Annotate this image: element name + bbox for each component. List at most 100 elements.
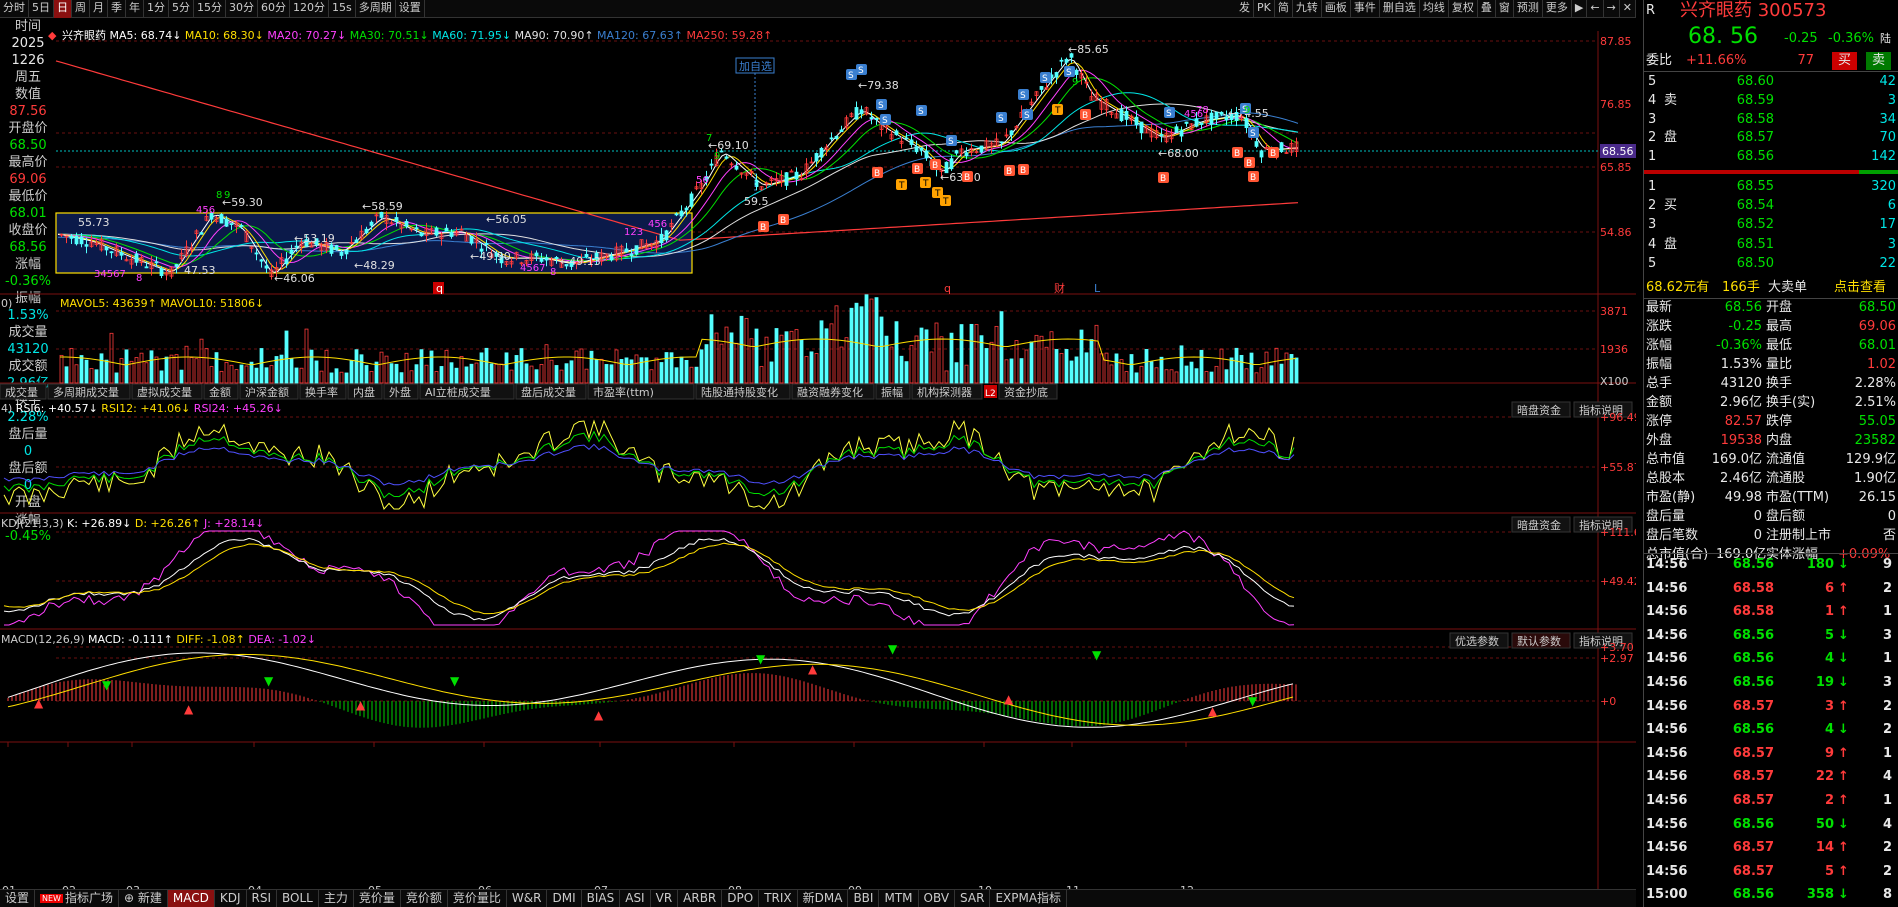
volume-bar — [1229, 357, 1234, 384]
nine-turn-count: 456 — [196, 205, 215, 216]
nine-turn-count: 456 — [648, 219, 667, 230]
indicator-button[interactable]: 暗盘资金 — [1511, 401, 1571, 418]
period-tab[interactable]: 多周期 — [356, 0, 396, 18]
big-order-view-link[interactable]: 点击查看 — [1834, 279, 1886, 297]
indicator-tab[interactable]: NEW 指标广场 — [35, 890, 119, 907]
period-tab[interactable]: 60分 — [258, 0, 290, 18]
nav-icon[interactable]: ✕ — [1620, 0, 1636, 18]
tool-button[interactable]: 预测 — [1514, 0, 1543, 18]
period-tab[interactable]: 周 — [72, 0, 90, 18]
period-tab[interactable]: 5分 — [169, 0, 194, 18]
indicator-tab[interactable]: ⊕ 新建 — [119, 890, 168, 907]
candle-body — [109, 251, 114, 254]
indicator-tab[interactable]: ASI — [620, 890, 651, 907]
stat-value: 否 — [1882, 528, 1896, 543]
buy-signal-icon: B — [758, 221, 769, 233]
tool-button[interactable]: 事件 — [1351, 0, 1380, 18]
period-tab[interactable]: 月 — [90, 0, 108, 18]
indicator-button[interactable]: 默认参数 — [1511, 632, 1571, 649]
indicator-tab[interactable]: BBI — [848, 890, 880, 907]
nav-icon[interactable]: → — [1604, 0, 1620, 18]
indicator-tab[interactable]: TRIX — [759, 890, 798, 907]
tool-button[interactable]: PK — [1254, 0, 1275, 18]
volume-bar — [624, 357, 629, 384]
tool-button[interactable]: 窗 — [1496, 0, 1514, 18]
candle-body — [229, 223, 234, 225]
candle-body — [484, 243, 489, 246]
volume-bar — [329, 372, 334, 384]
tool-button[interactable]: 复权 — [1449, 0, 1478, 18]
tick-time: 14:56 — [1646, 816, 1688, 832]
tool-button[interactable]: 删自选 — [1380, 0, 1420, 18]
kline-chart[interactable]: 87.85 76.85 65.85 54.86 68.56 兴齐眼药 MA5: 68.74… — [0, 18, 1636, 907]
period-tab[interactable]: 30分 — [226, 0, 258, 18]
period-tab[interactable]: 分时 — [0, 0, 29, 18]
tick-time: 14:56 — [1646, 651, 1688, 667]
candle-body — [1134, 116, 1139, 126]
indicator-tab[interactable]: KDJ — [215, 890, 247, 907]
period-tab[interactable]: 1分 — [144, 0, 169, 18]
indicator-tab[interactable]: 竞价量比 — [448, 890, 507, 907]
nine-turn-count: 56 — [696, 175, 709, 186]
stat-value: 169.0亿 — [1711, 452, 1762, 467]
indicator-tab[interactable]: DMI — [547, 890, 582, 907]
indicator-tab[interactable]: 竞价额 — [401, 890, 448, 907]
tick-volume: 9 — [1824, 745, 1834, 761]
tool-button[interactable]: 叠 — [1478, 0, 1496, 18]
tool-button[interactable]: 发 — [1236, 0, 1255, 18]
indicator-tab[interactable]: 竞价量 — [354, 890, 401, 907]
volume-bar — [409, 370, 414, 384]
indicator-tab[interactable]: MACD — [167, 890, 215, 907]
candle-body — [894, 130, 899, 136]
tool-button[interactable]: 九转 — [1293, 0, 1322, 18]
indicator-tab[interactable]: OBV — [919, 890, 956, 907]
indicator-tab[interactable]: EXPMA指标 — [990, 890, 1068, 907]
period-tab[interactable]: 15s — [329, 0, 356, 18]
indicator-button[interactable]: 优选参数 — [1449, 632, 1509, 649]
period-tab[interactable]: 季 — [108, 0, 126, 18]
indicator-tab[interactable]: DPO — [722, 890, 760, 907]
indicator-button[interactable]: 暗盘资金 — [1511, 516, 1571, 533]
volume-bar — [1199, 349, 1204, 384]
indicator-tab[interactable]: 设置 — [0, 890, 36, 907]
tool-button[interactable]: 简 — [1275, 0, 1293, 18]
indicator-tab[interactable]: VR — [651, 890, 679, 907]
indicator-tab[interactable]: BIAS — [582, 890, 621, 907]
indicator-tab[interactable]: 新DMA — [798, 890, 849, 907]
indicator-tab[interactable]: MTM — [879, 890, 919, 907]
period-tab[interactable]: 120分 — [290, 0, 329, 18]
tool-button[interactable]: 更多 — [1543, 0, 1572, 18]
kdj-j-line — [4, 530, 1295, 626]
indicator-tab[interactable]: ARBR — [678, 890, 723, 907]
buy-signal-icon: B — [778, 214, 789, 226]
volume-bar — [914, 335, 919, 384]
indicator-tab[interactable]: SAR — [955, 890, 991, 907]
mavol-line — [59, 338, 1297, 366]
indicator-tab[interactable]: RSI — [247, 890, 278, 907]
nav-icon[interactable]: ← — [1587, 0, 1604, 18]
period-tab[interactable]: 15分 — [194, 0, 226, 18]
tick-volume: 1 — [1824, 604, 1834, 620]
period-tab[interactable]: 设置 — [396, 0, 425, 18]
nav-icon[interactable]: ▶ — [1572, 0, 1588, 18]
period-tab[interactable]: 5日 — [29, 0, 54, 18]
death-cross-arrow-icon: ▼ — [102, 678, 112, 692]
indicator-tab[interactable]: BOLL — [277, 890, 319, 907]
volume-bar — [364, 365, 369, 384]
indicator-tab[interactable]: 主力 — [319, 890, 354, 907]
volume-bar — [579, 348, 584, 384]
add-favorite-button[interactable]: 加自选 — [735, 57, 775, 74]
tool-button[interactable]: 均线 — [1420, 0, 1449, 18]
stat-value: 23582 — [1854, 433, 1896, 448]
period-tab[interactable]: 年 — [126, 0, 144, 18]
period-tab[interactable]: 日 — [54, 0, 72, 18]
candle-body — [794, 171, 799, 180]
sell-button[interactable]: 卖 — [1866, 52, 1892, 70]
indicator-tab[interactable]: W&R — [507, 890, 548, 907]
tick-count: 2 — [1882, 580, 1892, 596]
tool-button[interactable]: 画板 — [1322, 0, 1351, 18]
volume-bar — [584, 368, 589, 384]
volume-bar — [664, 352, 669, 384]
buy-button[interactable]: 买 — [1832, 52, 1858, 70]
ma-value: MA10: 68.30↓ — [185, 29, 267, 42]
